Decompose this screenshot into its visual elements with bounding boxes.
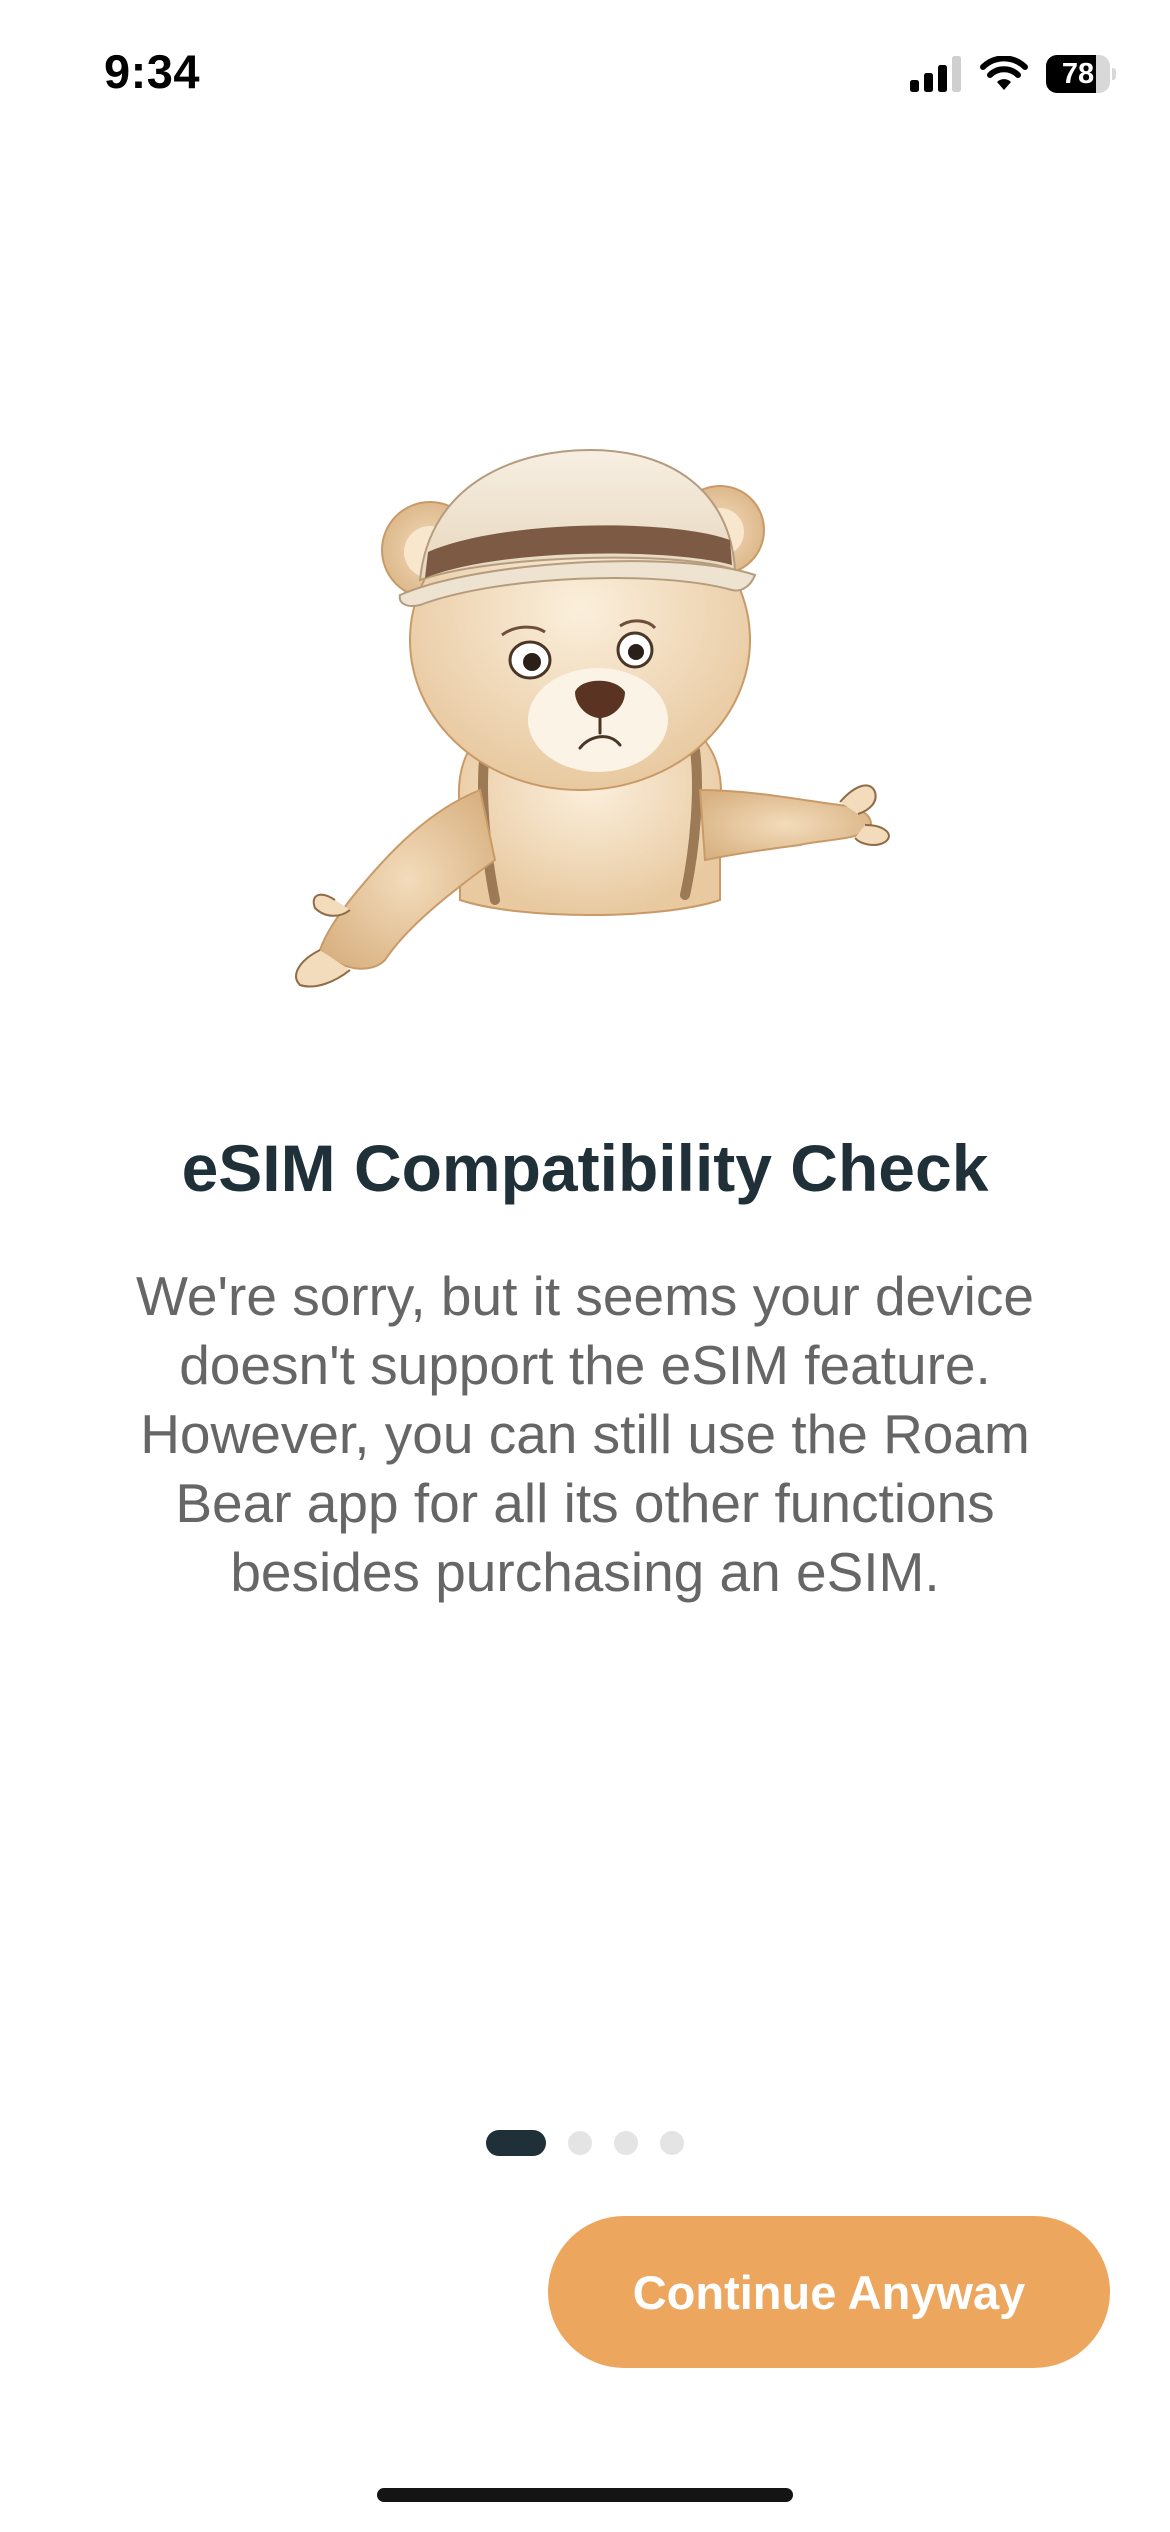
- battery-level: 78: [1061, 58, 1095, 90]
- page-title: eSIM Compatibility Check: [181, 1131, 989, 1205]
- status-bar: 9:34 78: [0, 0, 1170, 150]
- sad-bear-illustration: [295, 448, 890, 988]
- page-dot: [568, 2131, 592, 2155]
- status-icons: 78: [910, 54, 1116, 94]
- page-indicator: [0, 2130, 1170, 2156]
- status-time: 9:34: [104, 45, 201, 98]
- home-indicator[interactable]: [377, 2488, 793, 2502]
- signal-icon: [910, 56, 961, 92]
- continue-anyway-button[interactable]: Continue Anyway: [548, 2216, 1110, 2368]
- compatibility-message: We're sorry, but it seems your device do…: [136, 1265, 1034, 1603]
- page-dot: [660, 2131, 684, 2155]
- battery-icon: 78: [1046, 55, 1116, 93]
- wifi-icon: [980, 56, 1028, 90]
- page-dot: [614, 2131, 638, 2155]
- page-dot-active: [486, 2130, 546, 2156]
